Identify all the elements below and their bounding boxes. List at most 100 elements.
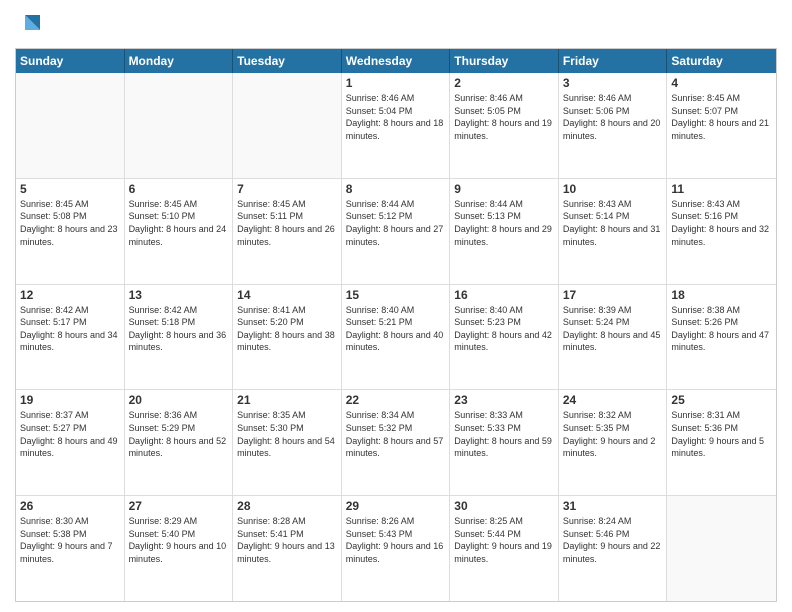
cal-cell-3: 3 Sunrise: 8:46 AM Sunset: 5:06 PM Daylig… bbox=[559, 73, 668, 178]
day-number: 24 bbox=[563, 393, 663, 407]
cal-cell-11: 11 Sunrise: 8:43 AM Sunset: 5:16 PM Dayli… bbox=[667, 179, 776, 284]
day-number: 31 bbox=[563, 499, 663, 513]
cell-content: Sunrise: 8:32 AM Sunset: 5:35 PM Dayligh… bbox=[563, 409, 663, 459]
cell-content: Sunrise: 8:45 AM Sunset: 5:10 PM Dayligh… bbox=[129, 198, 229, 248]
cal-cell-15: 15Sunrise: 8:40 AM Sunset: 5:21 PM Dayli… bbox=[342, 285, 451, 390]
logo bbox=[15, 10, 47, 40]
cal-cell-20: 20 Sunrise: 8:36 AM Sunset: 5:29 PM Dayli… bbox=[125, 390, 234, 495]
day-number: 22 bbox=[346, 393, 446, 407]
cal-cell-empty-4-6 bbox=[667, 496, 776, 601]
cell-content: Sunrise: 8:43 AM Sunset: 5:14 PM Dayligh… bbox=[563, 198, 663, 248]
cell-content: Sunrise: 8:29 AM Sunset: 5:40 PM Dayligh… bbox=[129, 515, 229, 565]
calendar-body: 1Sunrise: 8:46 AM Sunset: 5:04 PM Daylig… bbox=[16, 73, 776, 601]
cell-content: Sunrise: 8:46 AM Sunset: 5:06 PM Dayligh… bbox=[563, 92, 663, 142]
day-number: 29 bbox=[346, 499, 446, 513]
cal-cell-9: 9 Sunrise: 8:44 AM Sunset: 5:13 PM Daylig… bbox=[450, 179, 559, 284]
cell-content: Sunrise: 8:40 AM Sunset: 5:21 PM Dayligh… bbox=[346, 304, 446, 354]
day-number: 3 bbox=[563, 76, 663, 90]
cal-row-4: 26 Sunrise: 8:30 AM Sunset: 5:38 PM Dayli… bbox=[16, 496, 776, 601]
cell-content: Sunrise: 8:25 AM Sunset: 5:44 PM Dayligh… bbox=[454, 515, 554, 565]
cell-content: Sunrise: 8:24 AM Sunset: 5:46 PM Dayligh… bbox=[563, 515, 663, 565]
day-number: 17 bbox=[563, 288, 663, 302]
header-day-saturday: Saturday bbox=[667, 49, 776, 73]
day-number: 10 bbox=[563, 182, 663, 196]
cell-content: Sunrise: 8:37 AM Sunset: 5:27 PM Dayligh… bbox=[20, 409, 120, 459]
cal-cell-2: 2Sunrise: 8:46 AM Sunset: 5:05 PM Daylig… bbox=[450, 73, 559, 178]
calendar-header: SundayMondayTuesdayWednesdayThursdayFrid… bbox=[16, 49, 776, 73]
day-number: 8 bbox=[346, 182, 446, 196]
cell-content: Sunrise: 8:44 AM Sunset: 5:12 PM Dayligh… bbox=[346, 198, 446, 248]
header bbox=[15, 10, 777, 40]
cell-content: Sunrise: 8:31 AM Sunset: 5:36 PM Dayligh… bbox=[671, 409, 772, 459]
day-number: 19 bbox=[20, 393, 120, 407]
cell-content: Sunrise: 8:45 AM Sunset: 5:11 PM Dayligh… bbox=[237, 198, 337, 248]
day-number: 30 bbox=[454, 499, 554, 513]
day-number: 5 bbox=[20, 182, 120, 196]
cal-cell-18: 18Sunrise: 8:38 AM Sunset: 5:26 PM Dayli… bbox=[667, 285, 776, 390]
day-number: 27 bbox=[129, 499, 229, 513]
cell-content: Sunrise: 8:46 AM Sunset: 5:05 PM Dayligh… bbox=[454, 92, 554, 142]
cal-cell-17: 17 Sunrise: 8:39 AM Sunset: 5:24 PM Dayli… bbox=[559, 285, 668, 390]
cal-cell-26: 26 Sunrise: 8:30 AM Sunset: 5:38 PM Dayli… bbox=[16, 496, 125, 601]
cal-cell-6: 6 Sunrise: 8:45 AM Sunset: 5:10 PM Daylig… bbox=[125, 179, 234, 284]
cal-row-1: 5 Sunrise: 8:45 AM Sunset: 5:08 PM Daylig… bbox=[16, 179, 776, 285]
day-number: 9 bbox=[454, 182, 554, 196]
cal-cell-empty-0-0 bbox=[16, 73, 125, 178]
cell-content: Sunrise: 8:44 AM Sunset: 5:13 PM Dayligh… bbox=[454, 198, 554, 248]
cal-cell-29: 29 Sunrise: 8:26 AM Sunset: 5:43 PM Dayli… bbox=[342, 496, 451, 601]
cell-content: Sunrise: 8:30 AM Sunset: 5:38 PM Dayligh… bbox=[20, 515, 120, 565]
cell-content: Sunrise: 8:45 AM Sunset: 5:07 PM Dayligh… bbox=[671, 92, 772, 142]
page: SundayMondayTuesdayWednesdayThursdayFrid… bbox=[0, 0, 792, 612]
cell-content: Sunrise: 8:36 AM Sunset: 5:29 PM Dayligh… bbox=[129, 409, 229, 459]
day-number: 14 bbox=[237, 288, 337, 302]
cell-content: Sunrise: 8:42 AM Sunset: 5:18 PM Dayligh… bbox=[129, 304, 229, 354]
day-number: 20 bbox=[129, 393, 229, 407]
day-number: 12 bbox=[20, 288, 120, 302]
cal-cell-19: 19 Sunrise: 8:37 AM Sunset: 5:27 PM Dayli… bbox=[16, 390, 125, 495]
cal-cell-25: 25 Sunrise: 8:31 AM Sunset: 5:36 PM Dayli… bbox=[667, 390, 776, 495]
cell-content: Sunrise: 8:28 AM Sunset: 5:41 PM Dayligh… bbox=[237, 515, 337, 565]
cal-row-2: 12 Sunrise: 8:42 AM Sunset: 5:17 PM Dayli… bbox=[16, 285, 776, 391]
cell-content: Sunrise: 8:26 AM Sunset: 5:43 PM Dayligh… bbox=[346, 515, 446, 565]
day-number: 7 bbox=[237, 182, 337, 196]
cal-cell-24: 24 Sunrise: 8:32 AM Sunset: 5:35 PM Dayli… bbox=[559, 390, 668, 495]
day-number: 23 bbox=[454, 393, 554, 407]
cell-content: Sunrise: 8:41 AM Sunset: 5:20 PM Dayligh… bbox=[237, 304, 337, 354]
cal-cell-22: 22 Sunrise: 8:34 AM Sunset: 5:32 PM Dayli… bbox=[342, 390, 451, 495]
header-day-wednesday: Wednesday bbox=[342, 49, 451, 73]
header-day-friday: Friday bbox=[559, 49, 668, 73]
cal-cell-10: 10 Sunrise: 8:43 AM Sunset: 5:14 PM Dayli… bbox=[559, 179, 668, 284]
cal-cell-7: 7 Sunrise: 8:45 AM Sunset: 5:11 PM Daylig… bbox=[233, 179, 342, 284]
cal-cell-8: 8 Sunrise: 8:44 AM Sunset: 5:12 PM Daylig… bbox=[342, 179, 451, 284]
calendar: SundayMondayTuesdayWednesdayThursdayFrid… bbox=[15, 48, 777, 602]
cal-cell-28: 28 Sunrise: 8:28 AM Sunset: 5:41 PM Dayli… bbox=[233, 496, 342, 601]
cal-cell-31: 31 Sunrise: 8:24 AM Sunset: 5:46 PM Dayli… bbox=[559, 496, 668, 601]
cal-cell-1: 1Sunrise: 8:46 AM Sunset: 5:04 PM Daylig… bbox=[342, 73, 451, 178]
cal-row-0: 1Sunrise: 8:46 AM Sunset: 5:04 PM Daylig… bbox=[16, 73, 776, 179]
day-number: 1 bbox=[346, 76, 446, 90]
cal-cell-27: 27 Sunrise: 8:29 AM Sunset: 5:40 PM Dayli… bbox=[125, 496, 234, 601]
day-number: 25 bbox=[671, 393, 772, 407]
cal-row-3: 19 Sunrise: 8:37 AM Sunset: 5:27 PM Dayli… bbox=[16, 390, 776, 496]
day-number: 28 bbox=[237, 499, 337, 513]
cell-content: Sunrise: 8:35 AM Sunset: 5:30 PM Dayligh… bbox=[237, 409, 337, 459]
cal-cell-21: 21 Sunrise: 8:35 AM Sunset: 5:30 PM Dayli… bbox=[233, 390, 342, 495]
cell-content: Sunrise: 8:39 AM Sunset: 5:24 PM Dayligh… bbox=[563, 304, 663, 354]
day-number: 21 bbox=[237, 393, 337, 407]
cal-cell-empty-0-1 bbox=[125, 73, 234, 178]
header-day-monday: Monday bbox=[125, 49, 234, 73]
cell-content: Sunrise: 8:43 AM Sunset: 5:16 PM Dayligh… bbox=[671, 198, 772, 248]
day-number: 13 bbox=[129, 288, 229, 302]
logo-icon bbox=[15, 10, 45, 40]
day-number: 6 bbox=[129, 182, 229, 196]
cell-content: Sunrise: 8:42 AM Sunset: 5:17 PM Dayligh… bbox=[20, 304, 120, 354]
day-number: 26 bbox=[20, 499, 120, 513]
cell-content: Sunrise: 8:33 AM Sunset: 5:33 PM Dayligh… bbox=[454, 409, 554, 459]
cal-cell-empty-0-2 bbox=[233, 73, 342, 178]
cell-content: Sunrise: 8:34 AM Sunset: 5:32 PM Dayligh… bbox=[346, 409, 446, 459]
cal-cell-16: 16Sunrise: 8:40 AM Sunset: 5:23 PM Dayli… bbox=[450, 285, 559, 390]
cell-content: Sunrise: 8:45 AM Sunset: 5:08 PM Dayligh… bbox=[20, 198, 120, 248]
cell-content: Sunrise: 8:40 AM Sunset: 5:23 PM Dayligh… bbox=[454, 304, 554, 354]
day-number: 11 bbox=[671, 182, 772, 196]
header-day-tuesday: Tuesday bbox=[233, 49, 342, 73]
